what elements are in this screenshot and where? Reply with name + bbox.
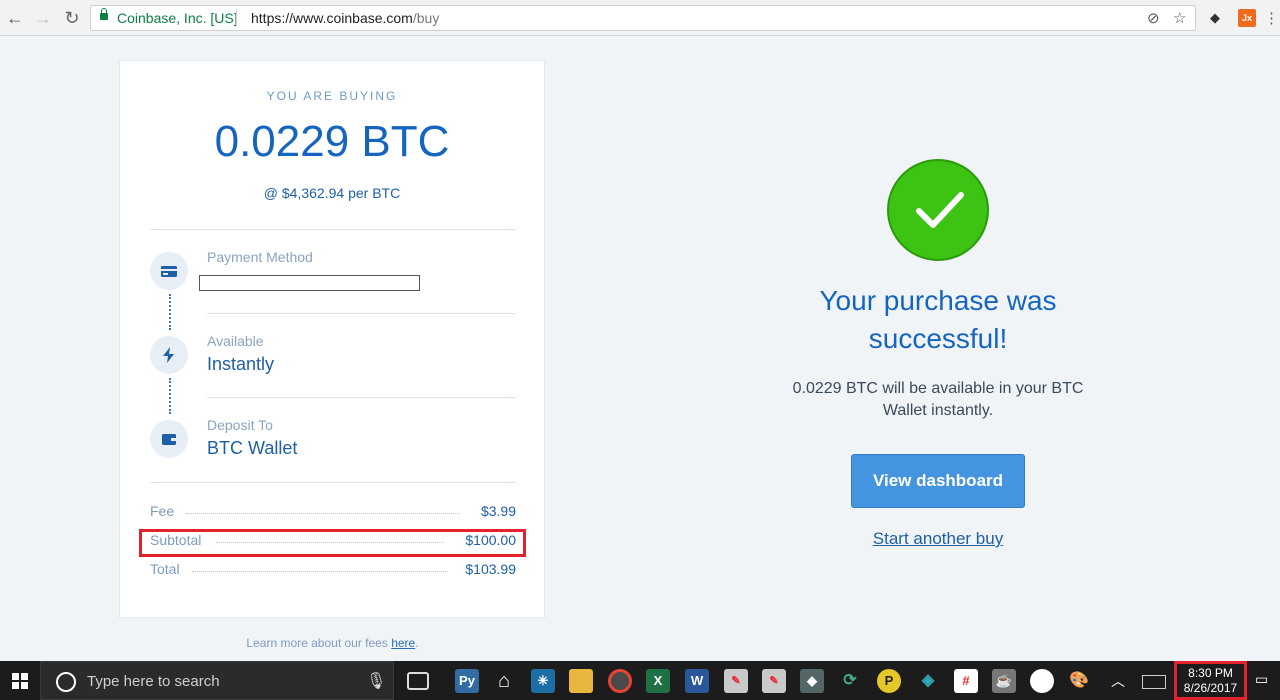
lock-icon <box>100 8 108 20</box>
success-subtext: 0.0229 BTC will be available in your BTC… <box>792 380 1084 419</box>
windows-taskbar: Type here to search 🎙 Py ⌂ ✳ X W ✎ ✎ ◆ ⟳… <box>0 661 1280 700</box>
url-separator <box>236 9 237 27</box>
clock-time: 8:30 PM <box>1188 666 1233 680</box>
ethereum-icon[interactable]: ◆ <box>800 669 824 693</box>
available-value: Instantly <box>207 354 275 374</box>
fee-value: $3.99 <box>480 503 516 519</box>
success-headline: Your purchase was successful! <box>819 285 1057 354</box>
total-row: Total $103.99 <box>150 561 516 579</box>
payment-method-redacted <box>199 275 420 291</box>
back-arrow-icon[interactable]: ← <box>4 7 26 29</box>
divider <box>150 482 516 483</box>
ev-certificate-name: Coinbase, Inc. [US] <box>117 10 238 26</box>
fee-label: Fee <box>150 503 175 519</box>
p-app-icon[interactable]: P <box>877 669 901 693</box>
keyboard-icon[interactable] <box>1142 675 1166 689</box>
leader-dots <box>186 513 460 514</box>
cortana-icon[interactable] <box>56 672 76 692</box>
search-placeholder: Type here to search <box>87 673 220 690</box>
start-another-buy-link[interactable]: Start another buy <box>778 529 1098 549</box>
paint-icon[interactable]: 🎨 <box>1067 669 1091 693</box>
divider <box>150 229 516 230</box>
translate-blocked-icon[interactable]: ⊘ <box>1147 9 1160 27</box>
chrome-icon[interactable] <box>608 669 632 693</box>
fees-info-label: Learn more about our fees <box>246 636 392 650</box>
app-icon[interactable]: ✳ <box>531 669 555 693</box>
word-icon[interactable]: W <box>685 669 709 693</box>
file-explorer-icon[interactable] <box>569 669 593 693</box>
payment-method-label: Payment Method <box>207 249 313 265</box>
success-check-icon <box>887 159 989 261</box>
fees-info-link[interactable]: here <box>391 636 415 650</box>
diamond-app-icon[interactable]: ◈ <box>916 669 940 693</box>
total-label: Total <box>150 561 180 577</box>
circle-app-icon[interactable] <box>1030 669 1054 693</box>
credit-card-icon <box>150 252 188 290</box>
url-path: /buy <box>412 10 440 26</box>
btc-rate: @ $4,362.94 per BTC <box>263 185 401 201</box>
browser-menu-icon[interactable]: ⋮ <box>1264 9 1279 27</box>
bookmark-star-icon[interactable]: ☆ <box>1173 9 1186 27</box>
slack-icon[interactable]: # <box>954 669 978 693</box>
taskbar-search-box[interactable]: Type here to search 🎙 <box>40 661 394 700</box>
view-dashboard-button[interactable]: View dashboard <box>851 454 1025 508</box>
notification-icon[interactable]: ▭ <box>1255 671 1268 688</box>
subtotal-highlight-box <box>139 529 526 557</box>
available-label: Available <box>207 333 264 349</box>
microphone-icon[interactable]: 🎙 <box>366 671 386 691</box>
ethereum-extension-icon[interactable]: ◆ <box>1206 9 1224 27</box>
wallet-icon <box>150 420 188 458</box>
leader-dots <box>192 571 448 572</box>
clock-date: 8/26/2017 <box>1183 681 1238 695</box>
task-view-icon[interactable] <box>407 672 429 690</box>
java-icon[interactable]: ☕ <box>992 669 1016 693</box>
deposit-to-value: BTC Wallet <box>207 438 298 458</box>
python-icon[interactable]: Py <box>455 669 479 693</box>
deposit-to-label: Deposit To <box>207 417 273 433</box>
divider <box>207 397 516 398</box>
pdf-app-icon[interactable]: ✎ <box>762 669 786 693</box>
fees-info-text: Learn more about our fees here. <box>0 636 665 650</box>
url-text[interactable]: https://www.coinbase.com/buy <box>251 10 439 26</box>
btc-amount: 0.0229 BTC <box>214 117 450 166</box>
forward-arrow-icon[interactable]: → <box>32 7 54 29</box>
lightning-icon <box>150 336 188 374</box>
step-connector <box>169 294 171 330</box>
reload-icon[interactable]: ↻ <box>61 7 83 29</box>
system-clock[interactable]: 8:30 PM 8/26/2017 <box>1174 661 1247 700</box>
browser-toolbar: ← → ↻ Coinbase, Inc. [US] https://www.co… <box>0 0 1280 36</box>
excel-icon[interactable]: X <box>646 669 670 693</box>
chevron-up-icon[interactable]: ︿ <box>1111 671 1125 691</box>
sync-icon[interactable]: ⟳ <box>838 669 862 693</box>
jx-extension-icon[interactable]: Jx <box>1238 9 1256 27</box>
fee-row: Fee $3.99 <box>150 503 516 521</box>
fees-info-end: . <box>415 636 419 650</box>
windows-start-icon[interactable] <box>12 673 28 689</box>
step-connector <box>169 378 171 414</box>
buying-label: YOU ARE BUYING <box>266 89 398 103</box>
address-bar[interactable]: Coinbase, Inc. [US] https://www.coinbase… <box>90 5 1196 31</box>
pdf-icon[interactable]: ✎ <box>724 669 748 693</box>
home-icon[interactable]: ⌂ <box>492 669 516 693</box>
total-value: $103.99 <box>465 561 516 577</box>
url-host: https://www.coinbase.com <box>251 10 413 26</box>
divider <box>207 313 516 314</box>
